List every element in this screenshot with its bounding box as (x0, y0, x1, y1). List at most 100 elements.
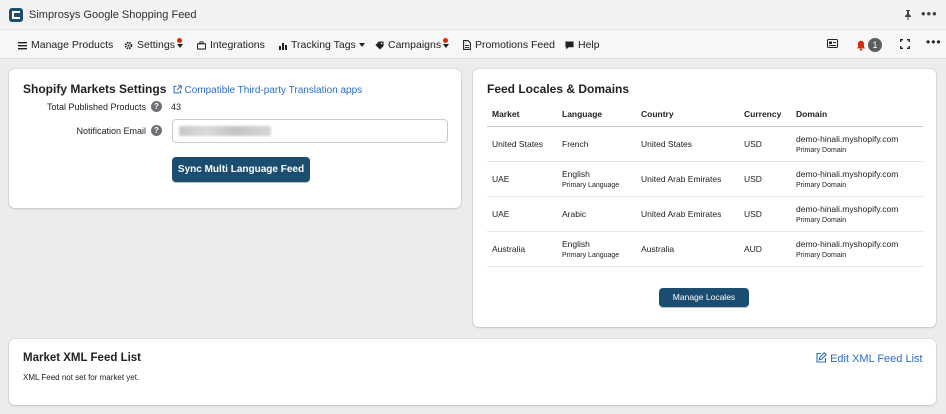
more-options-icon[interactable]: ••• (926, 35, 942, 49)
column-header-country: Country (636, 102, 739, 127)
cell-domain: demo-hinali.myshopify.com Primary Domain (791, 126, 923, 162)
nav-label: Help (578, 39, 600, 51)
help-icon[interactable]: ? (151, 101, 162, 112)
cell-currency: AUD (739, 231, 791, 267)
table-row: Australia English Primary Language Austra… (487, 231, 923, 267)
cell-country: United States (636, 126, 739, 162)
nav-label: Settings (137, 39, 175, 51)
nav-label: Integrations (210, 39, 265, 51)
cell-country: United Arab Emirates (636, 196, 739, 232)
nav-promotions-feed[interactable]: Promotions Feed (463, 38, 555, 52)
locales-table: Market Language Country Currency Domain … (487, 102, 923, 267)
language-tag: Primary Language (562, 251, 620, 259)
cell-domain: demo-hinali.myshopify.com Primary Domain (791, 161, 923, 197)
list-icon (18, 41, 27, 49)
app-title: Simprosys Google Shopping Feed (29, 9, 197, 21)
translation-apps-link[interactable]: Compatible Third-party Translation apps (173, 85, 362, 96)
gear-icon (124, 41, 133, 49)
nav-manage-products[interactable]: Manage Products (18, 38, 113, 52)
cell-currency: USD (739, 161, 791, 197)
notifications-button[interactable]: 1 (856, 38, 882, 52)
cell-language: English Primary Language (557, 161, 636, 197)
table-row: UAE English Primary Language United Arab … (487, 161, 923, 197)
cell-currency: USD (739, 126, 791, 162)
column-header-currency: Currency (739, 102, 791, 127)
domain-name: demo-hinali.myshopify.com (796, 133, 899, 144)
cell-domain: demo-hinali.myshopify.com Primary Domain (791, 196, 923, 232)
empty-state-message: XML Feed not set for market yet. (23, 373, 140, 382)
id-card-icon[interactable] (827, 39, 838, 48)
sync-multi-language-button[interactable]: Sync Multi Language Feed (172, 157, 310, 182)
table-row: UAE Arabic United Arab Emirates USD demo… (487, 196, 923, 232)
bar-chart-icon (279, 42, 287, 50)
domain-tag: Primary Domain (796, 251, 847, 259)
cell-market: Australia (487, 231, 557, 267)
notification-email-label: Notification Email (76, 126, 146, 136)
nav-campaigns[interactable]: Campaigns (375, 38, 450, 52)
briefcase-icon (197, 40, 206, 50)
nav-help[interactable]: Help (565, 38, 600, 52)
tag-icon (375, 40, 384, 50)
nav-label: Manage Products (31, 39, 114, 51)
document-icon (463, 40, 471, 50)
language-name: Arabic (562, 208, 587, 219)
cell-market: UAE (487, 196, 557, 232)
app-titlebar: Simprosys Google Shopping Feed ••• (0, 0, 946, 30)
edit-xml-feed-link[interactable]: Edit XML Feed List (816, 352, 923, 365)
column-header-market: Market (487, 102, 557, 127)
total-published-value: 43 (171, 102, 182, 112)
cell-country: United Arab Emirates (636, 161, 739, 197)
domain-name: demo-hinali.myshopify.com (796, 203, 899, 214)
notification-email-input[interactable] (172, 119, 448, 143)
app-logo-icon (9, 8, 23, 22)
cell-language: English Primary Language (557, 231, 636, 267)
help-icon[interactable]: ? (151, 125, 162, 136)
nav-label: Campaigns (388, 39, 442, 51)
cell-domain: demo-hinali.myshopify.com Primary Domain (791, 231, 923, 267)
redacted-email-value (179, 126, 271, 136)
nav-label: Promotions Feed (475, 39, 555, 51)
pin-icon[interactable] (902, 9, 914, 21)
card-title: Shopify Markets Settings (23, 82, 167, 96)
market-xml-feed-card: Market XML Feed List XML Feed not set fo… (9, 339, 936, 405)
card-title: Feed Locales & Domains (487, 82, 630, 96)
feed-locales-card: Feed Locales & Domains Market Language C… (473, 69, 936, 327)
manage-locales-button[interactable]: Manage Locales (659, 288, 749, 307)
nav-settings[interactable]: Settings (124, 38, 183, 52)
domain-name: demo-hinali.myshopify.com (796, 168, 899, 179)
chat-icon (565, 40, 574, 50)
link-label: Compatible Third-party Translation apps (184, 85, 363, 96)
cell-language: Arabic (557, 196, 636, 232)
column-header-domain: Domain (791, 102, 923, 127)
main-navbar: Manage Products Settings Integrations Tr… (0, 30, 946, 59)
column-header-language: Language (557, 102, 636, 127)
fullscreen-icon[interactable] (900, 39, 910, 49)
language-name: English (562, 238, 590, 249)
card-header: Shopify Markets Settings Compatible Thir… (23, 82, 362, 96)
notification-count-badge: 1 (868, 38, 882, 52)
cell-currency: USD (739, 196, 791, 232)
language-tag: Primary Language (562, 181, 620, 189)
language-name: French (562, 138, 589, 149)
nav-label: Tracking Tags (291, 39, 356, 51)
markets-settings-card: Shopify Markets Settings Compatible Thir… (9, 69, 461, 208)
total-published-label: Total Published Products (46, 102, 146, 112)
cell-language: French (557, 126, 636, 162)
domain-name: demo-hinali.myshopify.com (796, 238, 899, 249)
card-title: Market XML Feed List (23, 352, 142, 364)
table-row: United States French United States USD d… (487, 126, 923, 162)
table-header-row: Market Language Country Currency Domain (487, 102, 923, 127)
cell-market: UAE (487, 161, 557, 197)
domain-tag: Primary Domain (796, 216, 847, 224)
cell-market: United States (487, 126, 557, 162)
alert-dropdown-icon (176, 38, 183, 50)
more-options-icon[interactable]: ••• (921, 6, 938, 21)
nav-integrations[interactable]: Integrations (197, 38, 265, 52)
nav-tracking-tags[interactable]: Tracking Tags (279, 38, 365, 52)
edit-icon (816, 352, 827, 363)
alert-dropdown-icon (443, 38, 450, 50)
external-link-icon (173, 85, 182, 94)
domain-tag: Primary Domain (796, 146, 847, 154)
bell-icon (856, 40, 866, 51)
domain-tag: Primary Domain (796, 181, 847, 189)
